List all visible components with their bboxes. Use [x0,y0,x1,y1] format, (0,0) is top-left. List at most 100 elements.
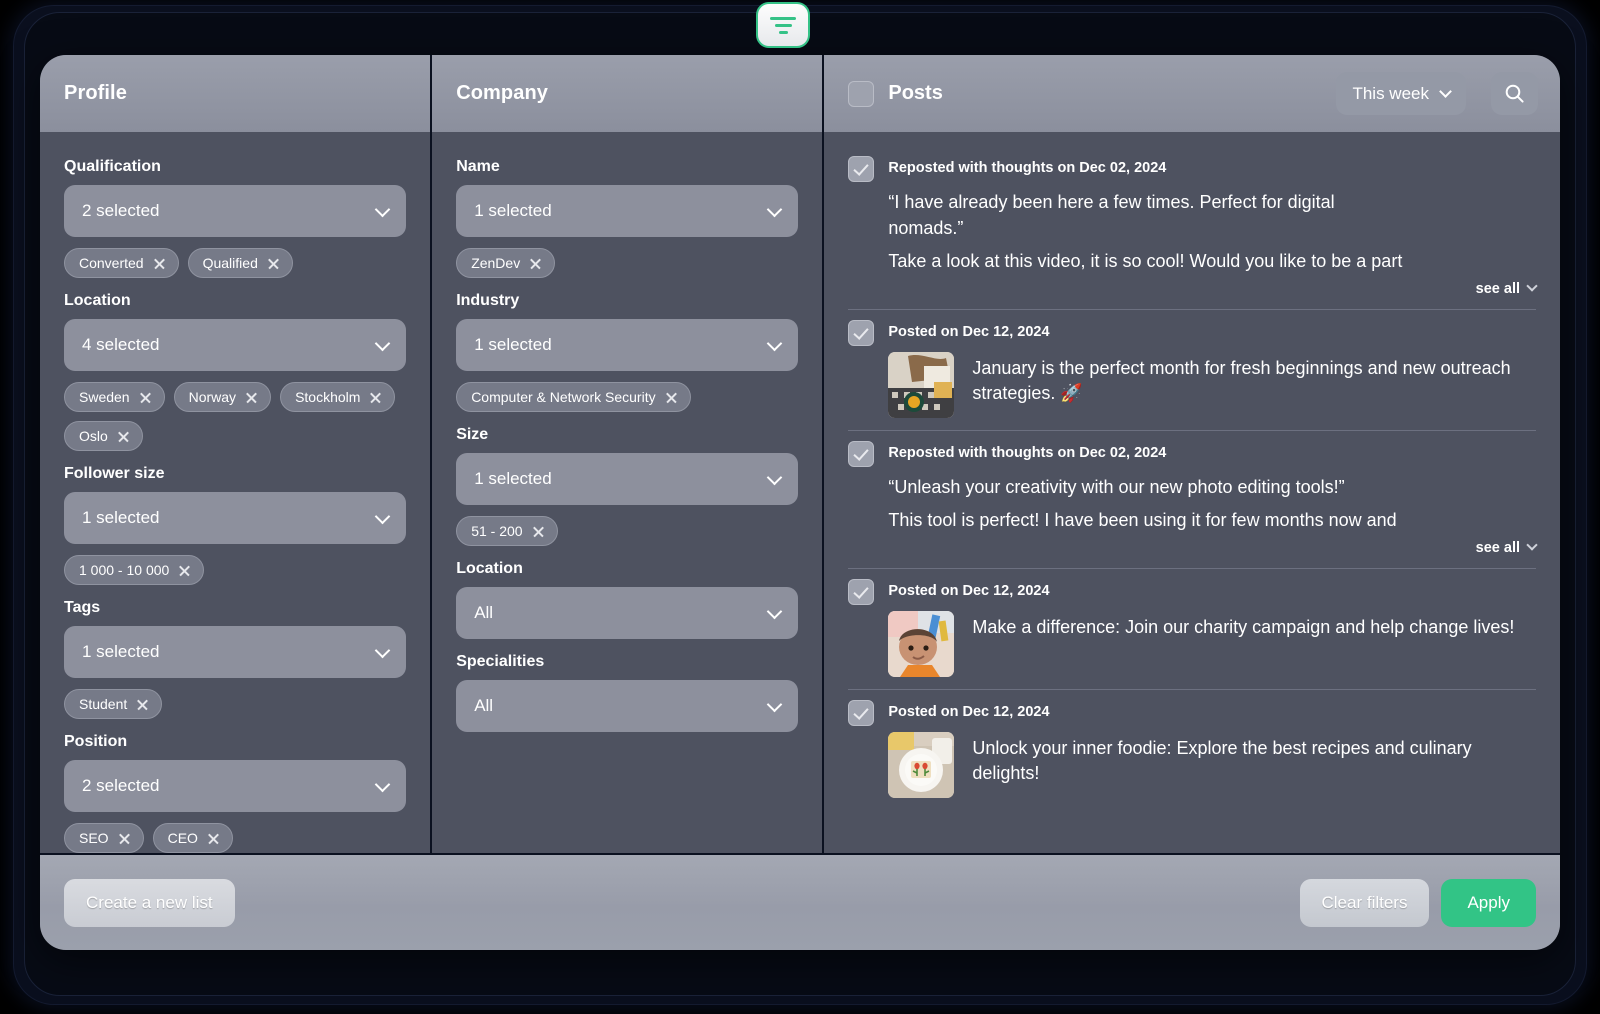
close-icon[interactable] [153,257,166,270]
period-filter-select[interactable]: This week [1336,72,1466,115]
chevron-down-icon [374,642,391,659]
filter-select[interactable]: All [456,587,799,639]
filter-chip: Qualified [187,248,293,278]
post-meta: Posted on Dec 12, 2024 [888,323,1050,340]
post-media: January is the perfect month for fresh b… [848,351,1536,418]
profile-column-header: Profile [40,55,431,132]
close-icon[interactable] [369,391,382,404]
post-checkbox[interactable] [848,319,875,346]
post-item: Posted on Dec 12, 2024 Unlock your inner … [848,690,1536,810]
chevron-down-icon [374,201,391,218]
filter-select-value: All [474,696,494,715]
filter-select[interactable]: 1 selected [456,185,799,237]
clear-filters-button[interactable]: Clear filters [1299,878,1430,927]
chevron-down-icon [1526,280,1538,292]
post-body-text: This tool is perfect! I have been using … [888,510,1397,531]
filter-chips: 51 - 200 [456,516,798,546]
post-checkbox[interactable] [848,440,875,467]
filter-select[interactable]: All [456,680,799,732]
create-new-list-button[interactable]: Create a new list [64,878,235,927]
post-thumbnail [888,351,955,418]
filter-chip-label: 1 000 - 10 000 [79,562,170,578]
filter-select[interactable]: 2 selected [64,185,407,237]
filter-field: Follower size 1 selected 1 000 - 10 000 [64,465,407,585]
chevron-down-icon [767,469,783,486]
post-header: Reposted with thoughts on Dec 02, 2024 [848,156,1536,182]
posts-column: Posts This week Reposted with thoughts o… [824,55,1560,853]
post-content: “Unleash your creativity with our new ph… [848,475,1536,534]
post-meta: Reposted with thoughts on Dec 02, 2024 [888,160,1167,176]
filter-chip-label: SEO [79,830,109,846]
post-body-text: Take a look at this video, it is so cool… [888,251,1403,272]
filter-chip-label: CEO [167,830,198,846]
see-all-toggle[interactable]: see all [848,539,1538,556]
post-checkbox[interactable] [848,156,875,182]
see-all-label: see all [1475,280,1520,297]
post-item: Reposted with thoughts on Dec 02, 2024 “I… [848,146,1538,310]
close-icon[interactable] [118,832,131,845]
chevron-down-icon [374,335,391,352]
close-icon[interactable] [267,257,280,270]
post-checkbox[interactable] [848,578,875,605]
filter-field-label: Specialities [456,653,545,670]
filter-field: Name 1 selected ZenDev [456,158,799,278]
filter-chip-label: Stockholm [295,389,361,405]
close-icon[interactable] [529,257,542,270]
filter-icon [770,16,796,34]
filter-chip-label: Student [79,696,128,712]
chevron-down-icon [1439,84,1452,98]
post-checkbox[interactable] [848,699,875,726]
filter-chips: Computer & Network Security [456,382,798,412]
filter-select[interactable]: 1 selected [64,492,407,544]
filter-chips: SEO CEO [64,823,406,853]
filter-chip: ZenDev [456,248,556,278]
posts-title: Posts [888,82,943,104]
close-icon[interactable] [136,698,149,711]
filter-field: Size 1 selected 51 - 200 [456,426,799,546]
filter-field-label: Tags [64,599,101,616]
post-meta: Posted on Dec 12, 2024 [888,703,1050,720]
see-all-label: see all [1475,539,1520,556]
close-icon[interactable] [178,564,191,577]
filter-chip: Stockholm [280,382,396,412]
close-icon[interactable] [139,391,152,404]
posts-select-all-checkbox[interactable] [848,80,875,107]
chevron-down-icon [767,201,783,218]
profile-fields: Qualification 2 selected Converted Qualifie… [40,132,431,853]
filter-field: Specialities All [456,653,799,732]
close-icon[interactable] [532,525,545,538]
close-icon[interactable] [665,391,678,404]
filter-select-value: 2 selected [82,201,160,220]
filter-select[interactable]: 1 selected [456,453,799,505]
filters-dialog: Profile Qualification 2 selected Converted… [40,55,1560,950]
filter-select-value: 4 selected [82,335,160,354]
filter-chip: Student [64,689,163,719]
see-all-toggle[interactable]: see all [848,280,1538,297]
close-icon[interactable] [117,430,130,443]
filter-field: Tags 1 selected Student [64,599,407,719]
filter-select-value: All [474,603,494,622]
filter-select[interactable]: 2 selected [64,760,407,812]
filter-chip-label: Sweden [79,389,130,405]
filter-chip-label: Computer & Network Security [471,389,656,405]
close-icon[interactable] [207,832,220,845]
filter-field: Location 4 selected Sweden Norway Stockholm O… [64,292,407,451]
search-button[interactable] [1491,72,1538,115]
post-body-text: January is the perfect month for fresh b… [972,357,1511,403]
filter-field-label: Size [456,426,489,443]
post-meta: Posted on Dec 12, 2024 [888,582,1050,599]
chevron-down-icon [374,508,391,525]
company-column: Company Name 1 selected ZenDev Industry 1 se… [432,55,825,853]
filter-chip: 51 - 200 [456,516,558,546]
post-item: Posted on Dec 12, 2024 Make a difference:… [848,569,1536,690]
filter-select[interactable]: 1 selected [64,626,407,678]
post-item: Posted on Dec 12, 2024 January is the per… [848,310,1536,431]
filter-select[interactable]: 1 selected [456,319,799,371]
post-thumbnail [888,610,955,677]
filter-select[interactable]: 4 selected [64,319,407,371]
close-icon[interactable] [245,391,258,404]
filter-chips: 1 000 - 10 000 [64,555,406,585]
apply-button[interactable]: Apply [1441,878,1536,927]
company-fields: Name 1 selected ZenDev Industry 1 selected Co… [432,132,823,853]
filter-toggle-button[interactable] [756,2,810,48]
